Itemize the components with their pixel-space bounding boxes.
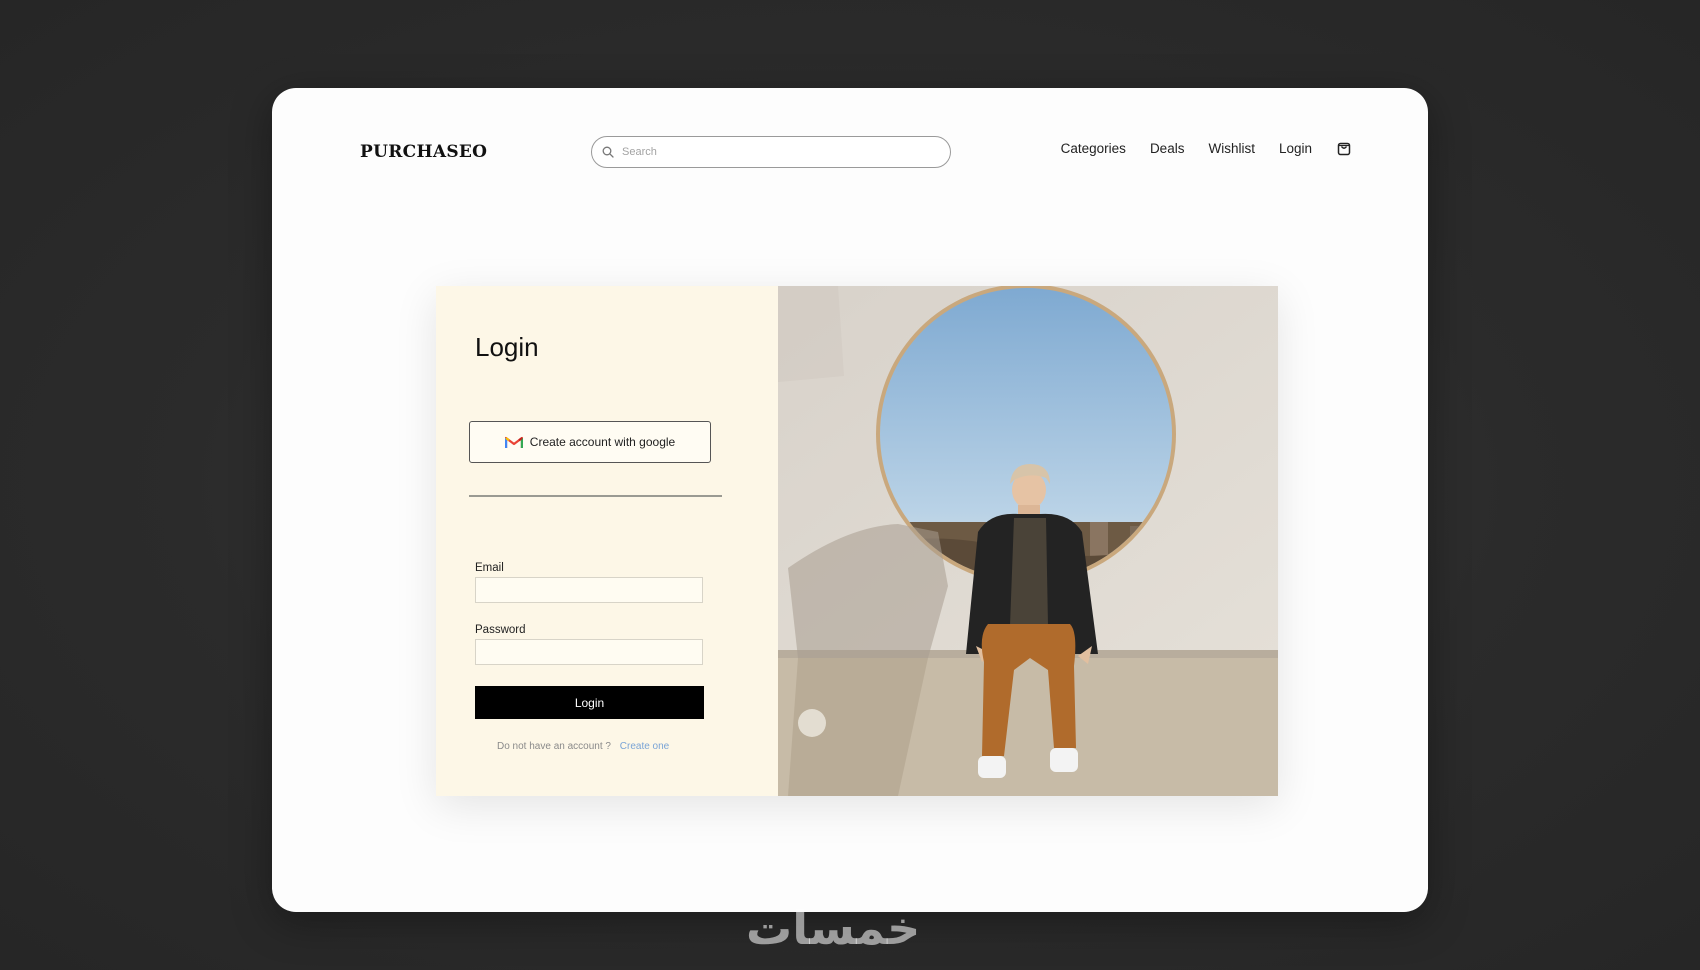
nav-wishlist[interactable]: Wishlist [1208, 141, 1255, 156]
watermark-logo: خمسات [746, 901, 921, 955]
browser-frame: PURCHASEO Categories Deals Wishlist Logi… [272, 88, 1428, 912]
login-form-panel: Login Create account with google Email P… [436, 286, 778, 796]
divider [469, 495, 722, 497]
nav-categories[interactable]: Categories [1061, 141, 1126, 156]
create-account-link[interactable]: Create one [620, 741, 669, 752]
nav-login[interactable]: Login [1279, 141, 1312, 156]
login-card: Login Create account with google Email P… [436, 286, 1278, 796]
search-icon [602, 146, 614, 158]
password-label: Password [475, 624, 526, 636]
login-title: Login [475, 332, 539, 362]
signup-prompt: Do not have an account ? Create one [497, 741, 669, 752]
email-field[interactable] [475, 577, 703, 603]
search-input[interactable] [620, 145, 924, 159]
search-bar[interactable] [591, 136, 951, 168]
email-label: Email [475, 562, 504, 574]
nav-deals[interactable]: Deals [1150, 141, 1185, 156]
signup-prompt-text: Do not have an account ? [497, 741, 611, 752]
google-signup-button[interactable]: Create account with google [469, 421, 711, 463]
site-logo[interactable]: PURCHASEO [360, 142, 487, 162]
main-nav: Categories Deals Wishlist Login [1061, 140, 1352, 156]
login-submit-button[interactable]: Login [475, 686, 704, 719]
google-signup-label: Create account with google [529, 435, 676, 449]
gmail-icon [504, 436, 523, 448]
hero-photo [778, 286, 1278, 796]
shopping-bag-icon [1337, 142, 1351, 156]
cart-button[interactable] [1336, 140, 1352, 156]
hero-image [778, 286, 1278, 796]
password-field[interactable] [475, 639, 703, 665]
